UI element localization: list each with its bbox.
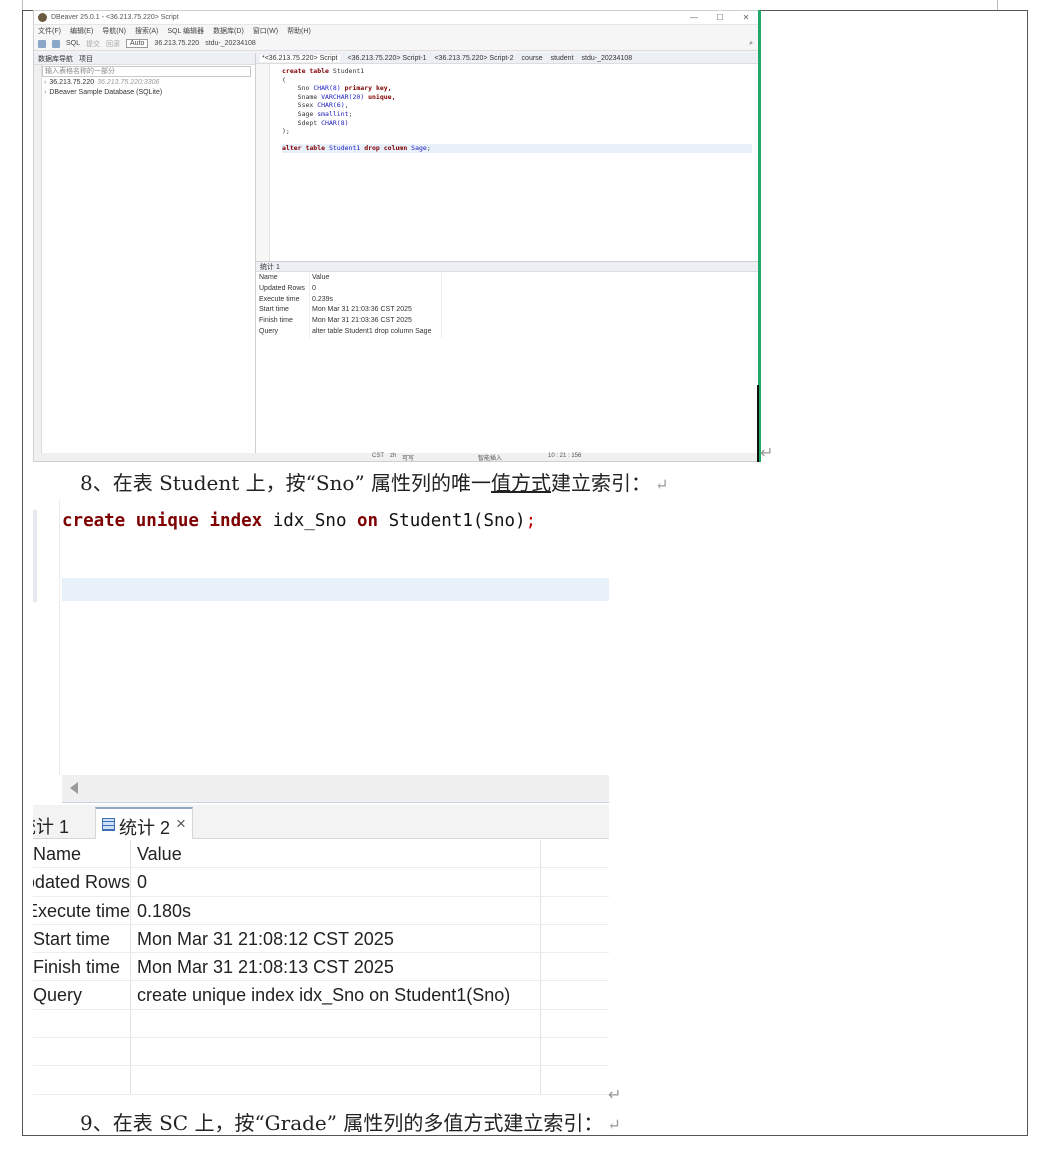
- maximize-icon[interactable]: ☐: [707, 13, 733, 22]
- tab-stats-1[interactable]: 统计 1: [33, 813, 69, 839]
- stats-table: Name Value Updated Rows 0 Execute time 0.23…: [256, 273, 442, 338]
- status-bar: CST zh 可写 智能插入 10 : 21 : 156: [34, 453, 759, 461]
- table-row: [33, 1009, 609, 1039]
- tab-schema[interactable]: stdu-_20234108: [582, 55, 633, 62]
- results-panel: 统计 1 Name Value Updated Rows 0 Execute tim…: [256, 261, 759, 453]
- new-connection-icon[interactable]: [38, 39, 46, 48]
- grid-icon: [102, 818, 115, 831]
- paragraph-step-8: 8、在表 Student 上，按“Sno” 属性列的唯一值方式建立索引： ↵: [80, 471, 669, 495]
- status-insert-mode: 智能插入: [478, 456, 503, 462]
- window-titlebar: DBeaver 25.0.1 - <36.213.75.220> Script …: [34, 11, 759, 25]
- active-datasource[interactable]: 36.213.75.220: [154, 40, 199, 47]
- sql-editor[interactable]: *<36.213.75.220> Script <36.213.75.220> …: [256, 53, 759, 261]
- tree-item-sample-db[interactable]: › DBeaver Sample Database (SQLite): [34, 88, 255, 98]
- menu-window[interactable]: 窗口(W): [253, 26, 278, 36]
- table-row[interactable]: Execute time 0.180s: [33, 896, 609, 925]
- expand-icon[interactable]: ›: [44, 89, 46, 96]
- transaction-mode-auto[interactable]: Auto: [126, 39, 149, 48]
- menu-edit[interactable]: 编辑(E): [70, 26, 93, 36]
- rollback-button[interactable]: 回滚: [106, 39, 120, 49]
- status-cursor-position: 10 : 21 : 156: [548, 453, 582, 459]
- table-row: Name Value: [33, 840, 609, 869]
- table-row[interactable]: Updated Rows0: [256, 283, 442, 295]
- minimize-icon[interactable]: —: [681, 13, 707, 22]
- table-row[interactable]: Start time Mon Mar 31 21:03:36 CST 2025: [256, 305, 442, 317]
- editor-tabs: *<36.213.75.220> Script <36.213.75.220> …: [256, 53, 759, 64]
- horizontal-scrollbar[interactable]: [62, 775, 609, 803]
- table-filter-input[interactable]: 输入表格名称的一部分: [42, 66, 251, 77]
- editor-gutter-marker: [33, 510, 37, 602]
- editor-gutter-divider: [59, 500, 60, 775]
- sql-editor-zoomed: create unique index idx_Sno on Student1(…: [33, 500, 609, 1106]
- stats-table: NameValue Updated Rows0 Execute time0.18…: [33, 840, 609, 1095]
- menu-navigate[interactable]: 导航(N): [102, 26, 126, 36]
- return-mark: ↵: [608, 1087, 622, 1104]
- menu-sql-editor[interactable]: SQL 编辑器: [167, 26, 204, 36]
- tab-course[interactable]: course: [522, 55, 543, 62]
- main-toolbar: SQL 提交 回滚 Auto 36.213.75.220 stdu-_20234…: [34, 37, 759, 51]
- table-row: [33, 1066, 609, 1095]
- navigator-side-strip: [34, 65, 42, 453]
- tab-projects[interactable]: 项目: [79, 54, 93, 64]
- table-row[interactable]: Start time Mon Mar 31 21:08:12 CST 2025: [33, 924, 609, 954]
- tab-database-navigator[interactable]: 数据库导航: [38, 54, 73, 64]
- table-row[interactable]: Updated Rows0: [33, 868, 609, 897]
- table-row: [33, 1038, 609, 1067]
- menu-search[interactable]: 搜索(A): [135, 26, 158, 36]
- status-writable: 可写: [402, 456, 415, 462]
- menu-bar: 文件(F) 编辑(E) 导航(N) 搜索(A) SQL 编辑器 数据库(D) 窗…: [34, 25, 759, 37]
- window-edge-shadow: [757, 385, 759, 462]
- connect-icon[interactable]: [52, 39, 60, 48]
- tab-script[interactable]: *<36.213.75.220> Script: [260, 54, 340, 62]
- table-row[interactable]: Execute time 0.239s: [256, 294, 442, 306]
- sql-button[interactable]: SQL: [66, 40, 80, 47]
- expand-icon[interactable]: ›: [44, 79, 46, 86]
- table-row[interactable]: Query alter table Student1 drop column Sa…: [256, 326, 442, 338]
- status-locale: zh: [390, 453, 397, 459]
- menu-help[interactable]: 帮助(H): [287, 26, 311, 36]
- search-icon[interactable]: ⌕: [749, 40, 753, 48]
- commit-button[interactable]: 提交: [86, 39, 100, 49]
- active-schema[interactable]: stdu-_20234108: [205, 40, 256, 47]
- paragraph-step-9: 9、在表 SC 上，按“Grade” 属性列的多值方式建立索引： ↵: [80, 1111, 621, 1135]
- sql-statement[interactable]: create unique index idx_Sno on Student1(…: [62, 510, 536, 532]
- scroll-left-icon[interactable]: [70, 782, 78, 794]
- close-icon[interactable]: ✕: [733, 13, 759, 22]
- current-line-highlight: [62, 578, 609, 601]
- table-row[interactable]: Finish time Mon Mar 31 21:03:36 CST 2025: [256, 316, 442, 327]
- close-tab-icon[interactable]: ×: [176, 814, 186, 834]
- tab-stats-2[interactable]: 统计 2 ×: [95, 807, 193, 839]
- sql-code[interactable]: create table Student1 ( Sno CHAR(8) prim…: [282, 67, 752, 153]
- tree-item-connection[interactable]: › 36.213.75.220 36.213.75.220:3306: [34, 78, 255, 88]
- table-row: Name Value: [256, 273, 442, 284]
- table-row[interactable]: Query create unique index idx_Sno on Stud…: [33, 981, 609, 1010]
- menu-database[interactable]: 数据库(D): [213, 26, 244, 36]
- database-navigator-panel: 数据库导航 项目 输入表格名称的一部分 › 36.213.75.220 36.213…: [34, 53, 256, 453]
- editor-gutter: [256, 64, 270, 261]
- window-title: DBeaver 25.0.1 - <36.213.75.220> Script: [51, 14, 179, 21]
- return-mark: ↵: [760, 445, 774, 462]
- dbeaver-logo-icon: [38, 13, 47, 22]
- result-tabs: 统计 1 统计 2 ×: [33, 805, 609, 839]
- tab-student[interactable]: student: [551, 55, 574, 62]
- tab-stats-1[interactable]: 统计 1: [260, 262, 280, 272]
- dbeaver-screenshot: DBeaver 25.0.1 - <36.213.75.220> Script …: [33, 10, 760, 462]
- tab-script-2[interactable]: <36.213.75.220> Script-2: [435, 55, 514, 62]
- tab-script-1[interactable]: <36.213.75.220> Script-1: [348, 55, 427, 62]
- page-top-rule: [22, 0, 998, 10]
- menu-file[interactable]: 文件(F): [38, 26, 61, 36]
- table-row[interactable]: Finish time Mon Mar 31 21:08:13 CST 2025: [33, 953, 609, 982]
- status-timezone: CST: [372, 453, 384, 459]
